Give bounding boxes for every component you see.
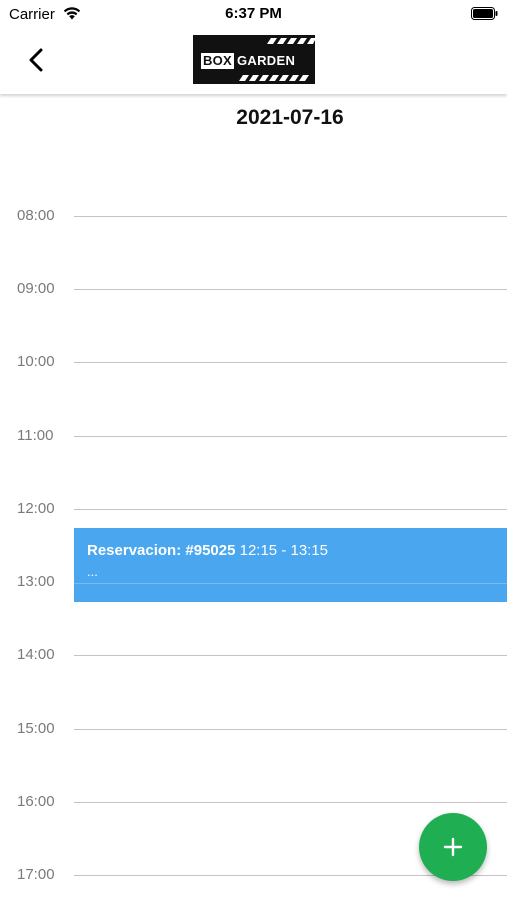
hour-label: 17:00 [17, 866, 55, 883]
time-row: 10:00 [0, 352, 507, 372]
reservation-event[interactable]: Reservacion: #95025 12:15 - 13:15 ... [74, 528, 507, 602]
chevron-left-icon [29, 48, 43, 72]
hour-divider [74, 655, 507, 656]
time-row: 14:00 [0, 645, 507, 665]
hour-label: 15:00 [17, 720, 55, 737]
hour-label: 16:00 [17, 793, 55, 810]
date-title: 2021-07-16 [236, 106, 344, 129]
logo-text-garden: GARDEN [237, 53, 296, 68]
hour-label: 10:00 [17, 353, 55, 370]
hour-divider [74, 289, 507, 290]
event-title: Reservacion: #95025 [87, 542, 236, 559]
hour-divider [74, 509, 507, 510]
time-row: 09:00 [0, 279, 507, 299]
logo-text-box: BOX [201, 53, 234, 69]
hour-label: 13:00 [17, 573, 55, 590]
clock: 6:37 PM [225, 5, 282, 22]
hour-divider [74, 362, 507, 363]
event-hour-divider [74, 583, 507, 584]
time-row: 16:00 [0, 792, 507, 812]
event-time-range: 12:15 - 13:15 [239, 542, 329, 559]
event-description: ... [87, 564, 98, 579]
schedule-screen: Carrier 6:37 PM BOX GARDEN 2021-07-16 08… [0, 0, 507, 900]
hour-label: 09:00 [17, 280, 55, 297]
hour-divider [74, 729, 507, 730]
hour-label: 11:00 [17, 427, 54, 444]
battery-icon [471, 7, 498, 20]
hour-label: 14:00 [17, 646, 55, 663]
hour-divider [74, 216, 507, 217]
navigation-bar: BOX GARDEN [0, 28, 507, 94]
hour-divider [74, 436, 507, 437]
time-row: 12:00 [0, 499, 507, 519]
add-reservation-button[interactable] [419, 813, 487, 881]
hour-divider [74, 802, 507, 803]
back-button[interactable] [18, 40, 54, 80]
event-title-row: Reservacion: #95025 12:15 - 13:15 [87, 542, 328, 559]
hour-label: 12:00 [17, 500, 55, 517]
time-row: 15:00 [0, 719, 507, 739]
time-row: 08:00 [0, 206, 507, 226]
hour-label: 08:00 [17, 207, 55, 224]
plus-icon [443, 837, 463, 857]
time-row: 11:00 [0, 426, 507, 446]
status-bar: Carrier 6:37 PM [0, 0, 507, 28]
box-garden-logo: BOX GARDEN [193, 35, 315, 84]
